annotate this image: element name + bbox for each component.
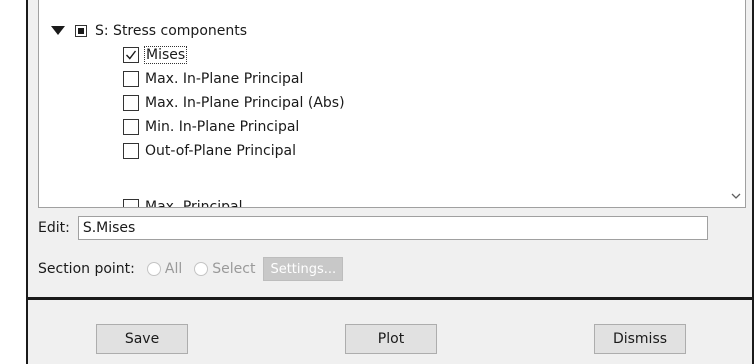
mises-label: Mises	[143, 46, 188, 64]
edit-row: Edit:	[38, 216, 708, 240]
tree-item-min-inplane[interactable]: Min. In-Plane Principal	[123, 115, 299, 139]
all-radio-label: All	[164, 261, 183, 277]
max-inplane-abs-checkbox[interactable]	[123, 95, 139, 111]
max-principal-checkbox[interactable]	[123, 199, 139, 207]
min-inplane-checkbox[interactable]	[123, 119, 139, 135]
max-principal-label: Max. Principal	[145, 199, 243, 208]
tree-item-max-inplane[interactable]: Max. In-Plane Principal	[123, 67, 303, 91]
select-radio[interactable]	[194, 262, 209, 276]
group-tristate-checkbox[interactable]	[75, 25, 87, 37]
max-inplane-abs-label: Max. In-Plane Principal (Abs)	[145, 95, 345, 111]
mises-checkbox[interactable]	[123, 47, 139, 63]
tree-group-row[interactable]: S: Stress components	[51, 19, 247, 43]
settings-button[interactable]: Settings...	[263, 257, 344, 281]
edit-label: Edit:	[38, 220, 70, 236]
checkmark-icon	[125, 50, 137, 60]
expand-triangle-icon[interactable]	[51, 24, 65, 38]
tree-item-max-inplane-abs[interactable]: Max. In-Plane Principal (Abs)	[123, 91, 345, 115]
section-point-label: Section point:	[38, 261, 135, 277]
min-inplane-label: Min. In-Plane Principal	[145, 119, 300, 135]
plot-button[interactable]: Plot	[345, 324, 437, 354]
section-point-row: Section point: All Select Settings...	[38, 257, 344, 281]
all-radio[interactable]	[146, 262, 161, 276]
out-of-plane-checkbox[interactable]	[123, 143, 139, 159]
output-variable-tree[interactable]: S: Stress components Mises Max. In-Plane…	[38, 0, 746, 208]
select-radio-label: Select	[212, 261, 256, 277]
max-inplane-checkbox[interactable]	[123, 71, 139, 87]
edit-input[interactable]	[77, 216, 708, 240]
dialog-button-bar: Save Plot Dismiss	[26, 300, 754, 364]
tree-item-max-principal[interactable]: Max. Principal	[123, 195, 243, 208]
tree-item-mises[interactable]: Mises	[123, 43, 188, 67]
tree-item-out-of-plane[interactable]: Out-of-Plane Principal	[123, 139, 296, 163]
field-output-dialog: S: Stress components Mises Max. In-Plane…	[0, 0, 756, 364]
save-button[interactable]: Save	[96, 324, 188, 354]
max-inplane-label: Max. In-Plane Principal	[145, 71, 304, 87]
out-of-plane-label: Out-of-Plane Principal	[145, 143, 296, 159]
dismiss-button[interactable]: Dismiss	[594, 324, 686, 354]
group-label: S: Stress components	[95, 23, 248, 39]
scroll-down-arrow-icon[interactable]	[729, 189, 743, 203]
output-variable-panel: S: Stress components Mises Max. In-Plane…	[26, 0, 754, 297]
